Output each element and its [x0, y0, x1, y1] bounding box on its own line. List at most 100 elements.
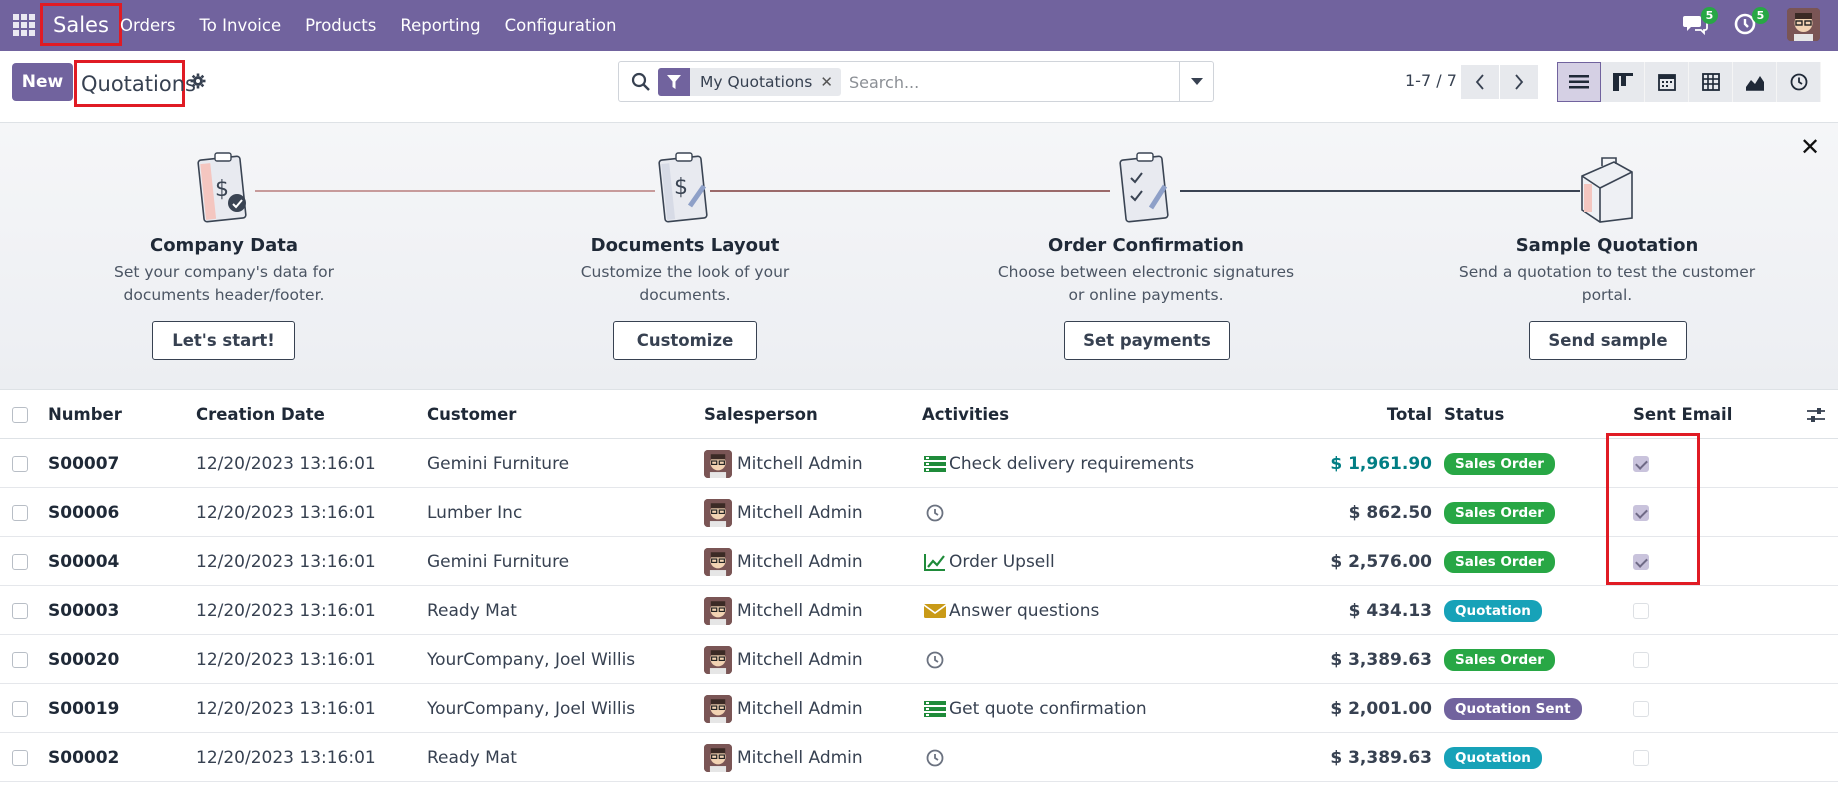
customer-name: Gemini Furniture	[427, 453, 570, 474]
row-checkbox[interactable]	[12, 586, 28, 635]
menu-orders[interactable]: Orders	[108, 16, 188, 35]
step-title: Order Confirmation	[1048, 235, 1244, 256]
kanban-view-icon[interactable]	[1601, 62, 1645, 102]
salesperson: Mitchell Admin	[704, 537, 863, 586]
step-title: Sample Quotation	[1515, 235, 1699, 256]
activity[interactable]	[924, 635, 949, 684]
table-row[interactable]: S00006 12/20/2023 13:16:01 Lumber Inc Mitch…	[0, 488, 1838, 537]
step-description: Set your company's data for documents he…	[113, 263, 334, 304]
pager-previous-button[interactable]	[1461, 65, 1499, 99]
menu-reporting[interactable]: Reporting	[388, 16, 492, 35]
row-checkbox[interactable]	[12, 439, 28, 488]
column-creation-date[interactable]: Creation Date	[196, 390, 325, 439]
sent-email-highlight-box	[1606, 433, 1700, 585]
table-row[interactable]: S00003 12/20/2023 13:16:01 Ready Mat Mitche…	[0, 586, 1838, 635]
activities-clock-icon[interactable]: 5	[1733, 7, 1769, 37]
customer-name: Ready Mat	[427, 747, 517, 768]
row-checkbox[interactable]	[12, 537, 28, 586]
pager-value[interactable]: 1-7 / 7	[1405, 71, 1457, 90]
activity[interactable]: Answer questions	[923, 586, 1099, 635]
activity[interactable]	[924, 733, 949, 782]
salesperson-name: Mitchell Admin	[737, 649, 863, 670]
column-status[interactable]: Status	[1444, 390, 1504, 439]
optional-columns-toggle-icon[interactable]	[1807, 390, 1825, 439]
customize-button[interactable]: Customize	[613, 321, 757, 360]
search-icon	[631, 72, 651, 92]
activity-summary: Order Upsell	[949, 551, 1055, 572]
search-options-toggle[interactable]	[1179, 62, 1213, 101]
todo-list-icon[interactable]	[924, 455, 946, 473]
clock-icon[interactable]	[924, 749, 946, 767]
remove-facet-icon[interactable]: ✕	[820, 73, 841, 91]
lets-start-button[interactable]: Let's start!	[152, 321, 295, 360]
column-total[interactable]: Total	[1300, 390, 1432, 439]
creation-date: 12/20/2023 13:16:01	[196, 649, 376, 670]
table-row[interactable]: S00020 12/20/2023 13:16:01 YourCompany, Jo…	[0, 635, 1838, 684]
user-avatar[interactable]	[1787, 8, 1820, 41]
activity-view-icon[interactable]	[1777, 62, 1821, 102]
column-salesperson[interactable]: Salesperson	[704, 390, 818, 439]
activity[interactable]: Order Upsell	[924, 537, 1055, 586]
salesperson-avatar	[704, 498, 732, 527]
order-total: $ 434.13	[1348, 600, 1432, 621]
menu-products[interactable]: Products	[293, 16, 388, 35]
set-payments-button[interactable]: Set payments	[1064, 321, 1230, 360]
todo-list-icon[interactable]	[924, 700, 946, 718]
graph-view-icon[interactable]	[1733, 62, 1777, 102]
table-row[interactable]: S00004 12/20/2023 13:16:01 Gemini Furnitur…	[0, 537, 1838, 586]
activity-summary: Get quote confirmation	[949, 698, 1147, 719]
control-panel: New Quotations My Quotations ✕ 1-7 / 7	[0, 51, 1838, 123]
main-menu: Orders To Invoice Products Reporting Con…	[108, 0, 628, 51]
row-checkbox[interactable]	[12, 733, 28, 782]
search-bar: My Quotations ✕	[618, 61, 1214, 102]
search-input[interactable]	[849, 69, 1169, 95]
activity[interactable]: Get quote confirmation	[924, 684, 1147, 733]
svg-text:$: $	[674, 175, 688, 200]
column-customer[interactable]: Customer	[427, 390, 516, 439]
list-view-icon[interactable]	[1557, 62, 1601, 102]
menu-configuration[interactable]: Configuration	[493, 16, 629, 35]
send-sample-button[interactable]: Send sample	[1529, 321, 1687, 360]
app-menu-grid-icon[interactable]	[13, 14, 35, 36]
creation-date: 12/20/2023 13:16:01	[196, 747, 376, 768]
row-checkbox[interactable]	[12, 635, 28, 684]
table-row[interactable]: S00007 12/20/2023 13:16:01 Gemini Furnitur…	[0, 439, 1838, 488]
salesperson: Mitchell Admin	[704, 684, 863, 733]
new-button[interactable]: New	[12, 63, 73, 101]
creation-date: 12/20/2023 13:16:01	[196, 600, 376, 621]
messages-icon[interactable]: 5	[1682, 7, 1718, 37]
salesperson-avatar	[704, 694, 732, 723]
row-checkbox[interactable]	[12, 684, 28, 733]
pager-next-button[interactable]	[1500, 65, 1538, 99]
clock-icon[interactable]	[924, 504, 946, 522]
creation-date: 12/20/2023 13:16:01	[196, 453, 376, 474]
pivot-view-icon[interactable]	[1689, 62, 1733, 102]
activity[interactable]: Check delivery requirements	[924, 439, 1194, 488]
row-checkbox[interactable]	[12, 488, 28, 537]
gear-icon[interactable]	[190, 73, 208, 91]
select-all-checkbox[interactable]	[12, 390, 28, 439]
table-row[interactable]: S00019 12/20/2023 13:16:01 YourCompany, Jo…	[0, 684, 1838, 733]
documents-layout-illustration-icon: $	[650, 148, 720, 228]
customer-name: Gemini Furniture	[427, 551, 570, 572]
column-sent-email[interactable]: Sent Email	[1633, 390, 1732, 439]
order-number: S00019	[48, 698, 120, 719]
column-number[interactable]: Number	[48, 390, 122, 439]
order-total: $ 2,001.00	[1330, 698, 1432, 719]
status: Quotation Sent	[1444, 684, 1582, 733]
menu-to-invoice[interactable]: To Invoice	[188, 16, 294, 35]
envelope-icon[interactable]	[923, 602, 947, 620]
clock-icon[interactable]	[924, 651, 946, 669]
onboarding-step-documents-layout: $ Documents Layout Customize the look of…	[475, 148, 895, 307]
page-title[interactable]: Quotations	[74, 60, 196, 107]
order-total: $ 3,389.63	[1330, 747, 1432, 768]
calendar-view-icon[interactable]	[1645, 62, 1689, 102]
activity[interactable]	[924, 488, 949, 537]
status-badge: Sales Order	[1444, 648, 1555, 671]
table-row[interactable]: S00002 12/20/2023 13:16:01 Ready Mat Mitche…	[0, 733, 1838, 782]
column-activities[interactable]: Activities	[922, 390, 1009, 439]
customer-name: YourCompany, Joel Willis	[427, 698, 636, 719]
order-number: S00004	[48, 551, 120, 572]
upsell-chart-icon[interactable]	[924, 553, 946, 571]
sample-quotation-illustration-icon	[1572, 148, 1642, 228]
